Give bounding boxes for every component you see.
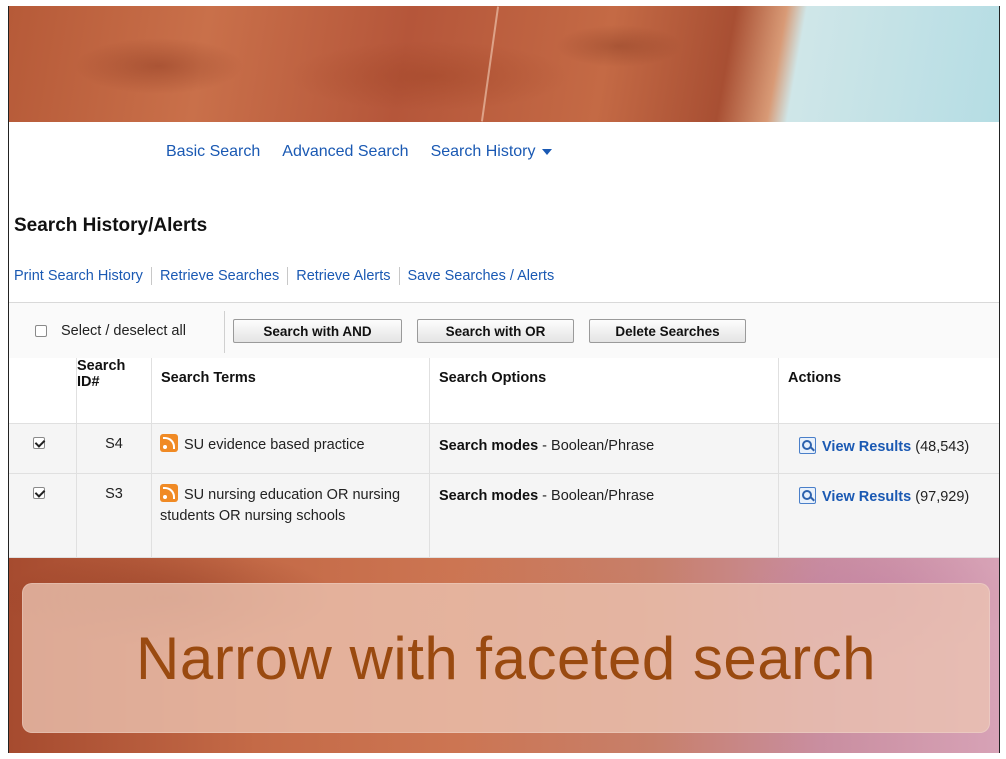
- nav-basic-search[interactable]: Basic Search: [166, 143, 260, 161]
- row-result-count: (97,929): [915, 489, 970, 505]
- view-results-link[interactable]: View Results: [822, 489, 911, 505]
- row-actions-cell: View Results (97,929): [778, 473, 999, 558]
- row-search-id: S3: [105, 486, 123, 502]
- header-actions: Actions: [778, 358, 999, 424]
- link-divider: [287, 267, 289, 285]
- header-search-terms: Search Terms: [151, 358, 430, 424]
- table-row: S4 SU evidence based practice Search mod…: [9, 423, 999, 474]
- rss-icon[interactable]: [160, 484, 178, 502]
- select-all-label: Select / deselect all: [61, 323, 186, 339]
- row-result-count: (48,543): [915, 439, 970, 455]
- row-options-cell: Search modes - Boolean/Phrase: [429, 473, 779, 558]
- chevron-down-icon: [541, 148, 552, 155]
- header-search-id-line2: ID#: [77, 374, 100, 390]
- header-select: [9, 358, 77, 424]
- print-search-history-link[interactable]: Print Search History: [14, 268, 143, 284]
- save-searches-alerts-link[interactable]: Save Searches / Alerts: [408, 268, 555, 284]
- row-options-cell: Search modes - Boolean/Phrase: [429, 423, 779, 474]
- row-checkbox[interactable]: [33, 437, 45, 449]
- select-all: Select / deselect all: [35, 323, 186, 339]
- link-divider: [398, 267, 400, 285]
- search-with-or-button[interactable]: Search with OR: [417, 319, 574, 343]
- rope-streak: [480, 6, 500, 122]
- history-toolbar: Select / deselect all Search with AND Se…: [9, 302, 999, 360]
- row-terms-cell: SU evidence based practice: [151, 423, 430, 474]
- table-row: S3 SU nursing education OR nursing stude…: [9, 473, 999, 558]
- search-with-and-button[interactable]: Search with AND: [233, 319, 402, 343]
- page-title: Search History/Alerts: [14, 215, 208, 236]
- magnifier-icon[interactable]: [799, 487, 816, 504]
- nav-advanced-search[interactable]: Advanced Search: [282, 143, 408, 161]
- row-terms-cell: SU nursing education OR nursing students…: [151, 473, 430, 558]
- nav-search-history-label: Search History: [430, 143, 536, 160]
- row-id-cell: S4: [76, 423, 152, 474]
- history-links: Print Search History Retrieve Searches R…: [14, 267, 554, 285]
- caption-banner: Narrow with faceted search: [22, 583, 990, 733]
- select-all-checkbox[interactable]: [35, 325, 47, 337]
- header-actions-label: Actions: [788, 370, 842, 386]
- retrieve-searches-link[interactable]: Retrieve Searches: [160, 268, 279, 284]
- row-search-id: S4: [105, 436, 123, 452]
- row-options-label: Search modes: [439, 488, 539, 504]
- header-search-options-label: Search Options: [439, 370, 547, 386]
- delete-searches-button[interactable]: Delete Searches: [589, 319, 746, 343]
- row-id-cell: S3: [76, 473, 152, 558]
- row-actions-cell: View Results (48,543): [778, 423, 999, 474]
- row-search-terms: SU evidence based practice: [184, 437, 365, 453]
- rss-icon[interactable]: [160, 434, 178, 452]
- magnifier-icon[interactable]: [799, 437, 816, 454]
- search-history-table: Search ID# Search Terms Search Options A…: [9, 358, 999, 558]
- top-nav: Basic Search Advanced Search Search Hist…: [166, 143, 552, 161]
- header-search-terms-label: Search Terms: [161, 370, 256, 386]
- row-select-cell: [9, 473, 77, 558]
- header-search-id[interactable]: Search ID#: [76, 358, 152, 424]
- header-search-options: Search Options: [429, 358, 779, 424]
- link-divider: [150, 267, 152, 285]
- row-options-value: - Boolean/Phrase: [538, 488, 655, 504]
- nav-search-history[interactable]: Search History: [431, 143, 552, 161]
- table-header-row: Search ID# Search Terms Search Options A…: [9, 358, 999, 424]
- view-results-link[interactable]: View Results: [822, 439, 911, 455]
- row-search-terms: SU nursing education OR nursing students…: [160, 487, 401, 524]
- header-search-id-line1: Search: [77, 358, 126, 374]
- row-checkbox[interactable]: [33, 487, 45, 499]
- toolbar-divider: [224, 311, 225, 353]
- caption-text: Narrow with faceted search: [136, 624, 876, 692]
- background-photo-top: [9, 6, 999, 122]
- retrieve-alerts-link[interactable]: Retrieve Alerts: [296, 268, 390, 284]
- search-history-panel: Basic Search Advanced Search Search Hist…: [9, 122, 999, 558]
- row-options-label: Search modes: [439, 438, 539, 454]
- row-select-cell: [9, 423, 77, 474]
- row-options-value: - Boolean/Phrase: [538, 438, 655, 454]
